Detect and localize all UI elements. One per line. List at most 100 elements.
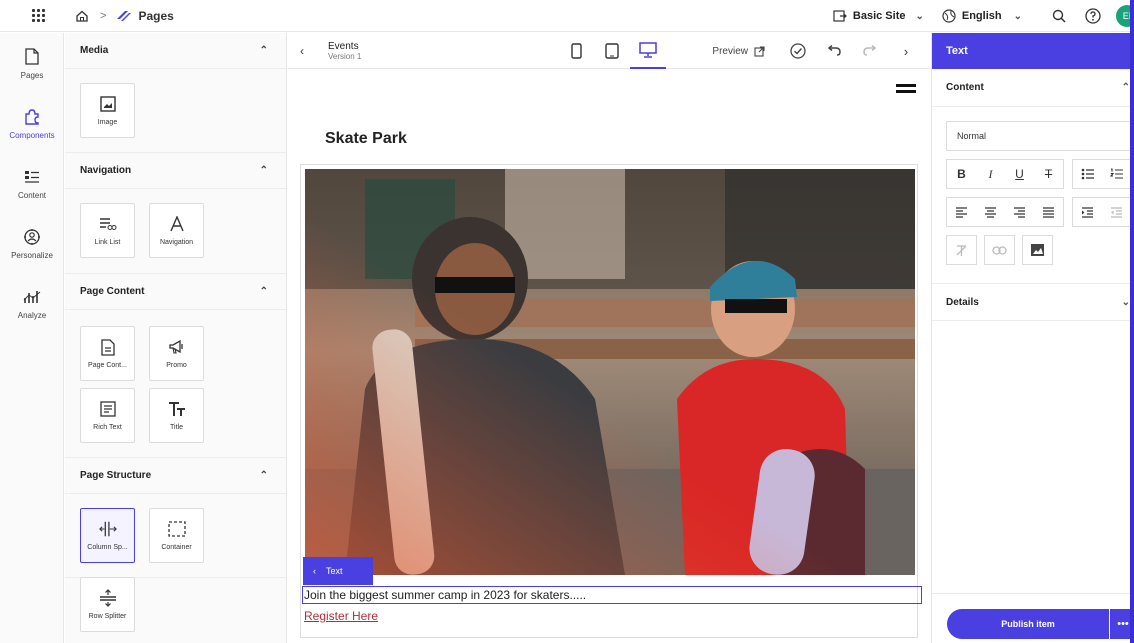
section-header-content[interactable]: Content ⌃ xyxy=(932,69,1134,107)
image-icon xyxy=(99,95,117,113)
outdent-icon[interactable] xyxy=(1102,198,1131,226)
bulleted-list-icon[interactable] xyxy=(1073,160,1102,188)
tablet-view-icon[interactable] xyxy=(594,33,630,69)
section-header-page-structure[interactable]: Page Structure ⌃ xyxy=(65,458,286,494)
text-style-select[interactable]: Normal xyxy=(946,121,1134,151)
italic-icon[interactable]: I xyxy=(976,160,1005,188)
megaphone-icon xyxy=(168,338,186,356)
chevron-right-icon[interactable]: › xyxy=(895,40,917,62)
align-left-icon[interactable] xyxy=(947,198,976,226)
rail-item-pages[interactable]: Pages xyxy=(0,33,64,93)
rail-item-content[interactable]: Content xyxy=(0,153,64,213)
rail-item-label: Analyze xyxy=(17,310,47,320)
navigation-icon xyxy=(168,215,186,233)
rail-item-label: Personalize xyxy=(11,250,53,260)
breadcrumb-separator: > xyxy=(100,9,107,22)
app-title: Pages xyxy=(138,8,174,23)
section-header-media[interactable]: Media ⌃ xyxy=(65,33,286,69)
hero-component[interactable]: ‹ Text xyxy=(300,164,918,638)
clear-format-icon[interactable] xyxy=(946,235,977,265)
page-name: Events xyxy=(328,40,359,52)
pages-logo-icon xyxy=(116,8,132,24)
component-tile-label: Column Sp... xyxy=(87,544,128,551)
component-tile-row-splitter[interactable]: Row Splitter xyxy=(80,577,135,632)
home-icon[interactable] xyxy=(74,8,90,24)
desktop-view-icon[interactable] xyxy=(630,33,666,69)
rail-item-personalize[interactable]: Personalize xyxy=(0,213,64,273)
align-center-icon[interactable] xyxy=(976,198,1005,226)
component-tile-link-list[interactable]: Link List xyxy=(80,203,135,258)
app-launcher-icon[interactable] xyxy=(24,2,52,30)
chevron-up-icon[interactable]: ⌃ xyxy=(260,286,268,297)
chevron-down-icon[interactable]: ⌄ xyxy=(1122,297,1130,308)
component-tile-page-content[interactable]: Page Cont... xyxy=(80,326,135,381)
strikethrough-icon[interactable]: T xyxy=(1034,160,1063,188)
component-tile-label: Rich Text xyxy=(93,424,122,431)
section-title: Page Content xyxy=(80,286,145,297)
hero-image[interactable] xyxy=(305,169,915,575)
redo-icon[interactable] xyxy=(859,40,881,62)
chevron-left-icon: ‹ xyxy=(313,566,316,576)
link-icon[interactable] xyxy=(984,235,1015,265)
search-icon[interactable] xyxy=(1048,5,1070,27)
link-list-icon xyxy=(99,215,117,233)
insert-image-icon[interactable] xyxy=(1022,235,1053,265)
hamburger-menu-icon[interactable] xyxy=(896,84,916,98)
align-right-icon[interactable] xyxy=(1005,198,1034,226)
help-icon[interactable] xyxy=(1082,5,1104,27)
text-component-tag[interactable]: ‹ Text xyxy=(303,557,373,585)
indent-group xyxy=(1072,197,1131,227)
page-content-icon xyxy=(99,338,117,356)
language-selector[interactable]: English ⌄ xyxy=(942,9,1022,23)
section-header-navigation[interactable]: Navigation ⌃ xyxy=(65,153,286,189)
rail-item-label: Components xyxy=(9,130,55,140)
component-tile-label: Promo xyxy=(166,362,187,369)
chevron-up-icon[interactable]: ⌃ xyxy=(260,470,268,481)
check-circle-icon[interactable] xyxy=(787,40,809,62)
editor-canvas: Skate Park ‹ Text Join the biggest summe… xyxy=(288,70,931,643)
numbered-list-icon[interactable] xyxy=(1102,160,1131,188)
section-title: Page Structure xyxy=(80,470,152,481)
component-tile-image[interactable]: Image xyxy=(80,83,135,138)
underline-icon[interactable]: U xyxy=(1005,160,1034,188)
rail-item-components[interactable]: Components xyxy=(0,93,64,153)
chevron-left-icon[interactable]: ‹ xyxy=(300,44,320,58)
component-tile-label: Navigation xyxy=(159,239,194,246)
chevron-up-icon[interactable]: ⌃ xyxy=(260,45,268,56)
language-selector-label: English xyxy=(961,10,1002,22)
component-tile-label: Link List xyxy=(94,239,121,246)
chevron-up-icon[interactable]: ⌃ xyxy=(260,165,268,176)
rail-item-analyze[interactable]: Analyze xyxy=(0,273,64,333)
component-tile-container[interactable]: Container xyxy=(149,508,204,563)
content-list-icon xyxy=(22,167,42,187)
publish-item-button[interactable]: Publish item xyxy=(947,609,1109,639)
bold-icon[interactable]: B xyxy=(947,160,976,188)
component-tile-column-splitter[interactable]: Column Sp... xyxy=(80,508,135,563)
register-link[interactable]: Register Here xyxy=(304,609,378,623)
preview-button[interactable]: Preview xyxy=(712,46,765,57)
site-selector[interactable]: Basic Site ⌄ xyxy=(833,10,924,22)
component-tile-label: Container xyxy=(161,544,192,551)
section-header-details[interactable]: Details ⌄ xyxy=(932,283,1134,321)
properties-panel-header: Text xyxy=(932,33,1134,69)
align-justify-icon[interactable] xyxy=(1034,198,1063,226)
column-splitter-icon xyxy=(98,520,117,538)
component-tile-promo[interactable]: Promo xyxy=(149,326,204,381)
mobile-view-icon[interactable] xyxy=(558,33,594,69)
canvas-actions: Preview › xyxy=(712,33,931,69)
list-group xyxy=(1072,159,1131,189)
rich-text-icon xyxy=(99,400,117,418)
page-info: Events Version 1 xyxy=(328,41,361,61)
component-tile-navigation[interactable]: Navigation xyxy=(149,203,204,258)
component-tile-label: Title xyxy=(170,424,183,431)
component-tile-rich-text[interactable]: Rich Text xyxy=(80,388,135,443)
component-tile-title[interactable]: Title xyxy=(149,388,204,443)
text-component-editor[interactable]: Join the biggest summer camp in 2023 for… xyxy=(302,586,922,604)
chevron-up-icon[interactable]: ⌃ xyxy=(1122,82,1130,93)
rail-item-label: Content xyxy=(17,190,47,200)
indent-icon[interactable] xyxy=(1073,198,1102,226)
section-header-page-content[interactable]: Page Content ⌃ xyxy=(65,274,286,310)
alignment-group xyxy=(946,197,1064,227)
page-heading[interactable]: Skate Park xyxy=(325,130,407,148)
undo-icon[interactable] xyxy=(823,40,845,62)
